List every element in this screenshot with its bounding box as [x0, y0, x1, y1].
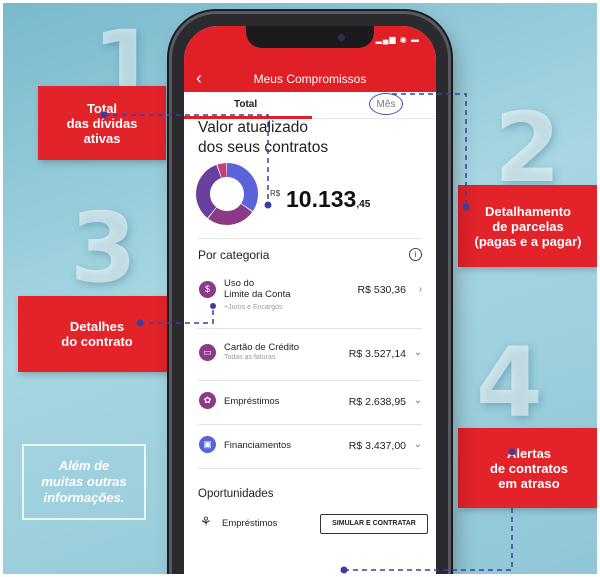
connector-dot — [340, 566, 348, 574]
connector-4 — [344, 508, 513, 571]
connector-lines — [100, 93, 516, 574]
connector-dot — [100, 111, 108, 119]
connector-1 — [104, 114, 269, 203]
connector-dot — [462, 203, 470, 211]
connector-2 — [392, 93, 467, 205]
connector-dot — [508, 448, 516, 456]
connector-3 — [140, 306, 214, 324]
connector-dot — [136, 319, 144, 327]
connector-dot — [210, 303, 216, 309]
connector-dot — [264, 201, 272, 209]
